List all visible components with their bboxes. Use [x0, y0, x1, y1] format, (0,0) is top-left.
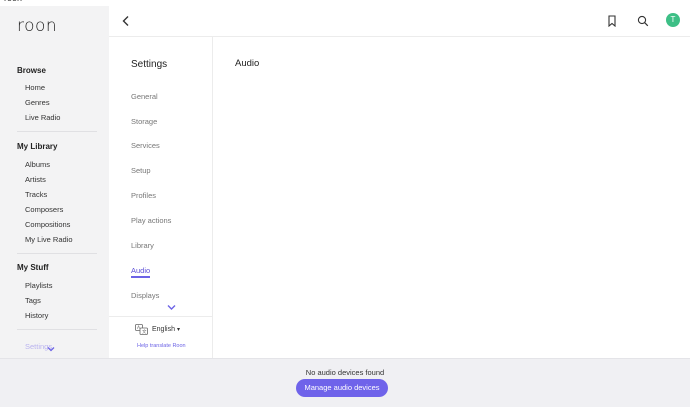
- close-window-button[interactable]: ✕: [664, 0, 672, 3]
- translate-icon: A 文: [135, 324, 148, 335]
- sidebar-divider: [17, 329, 97, 330]
- settings-item-profiles[interactable]: Profiles: [131, 191, 156, 200]
- settings-menu: Settings General Storage Services Setup …: [109, 37, 213, 358]
- bookmark-icon[interactable]: [607, 15, 617, 27]
- help-translate-link[interactable]: Help translate Roon: [137, 343, 186, 349]
- minimize-button[interactable]: —: [628, 0, 638, 3]
- my-stuff-section-title: My Stuff: [17, 263, 49, 272]
- sidebar-divider: [17, 131, 97, 132]
- my-library-section-title: My Library: [17, 142, 58, 151]
- left-sidebar: roon Browse Home Genres Live Radio My Li…: [0, 6, 109, 358]
- settings-item-setup[interactable]: Setup: [131, 166, 151, 175]
- caret-down-icon[interactable]: ▾: [177, 326, 180, 333]
- language-selector[interactable]: English: [152, 326, 175, 333]
- settings-divider: [109, 316, 212, 317]
- user-avatar[interactable]: T: [666, 13, 680, 27]
- settings-item-audio[interactable]: Audio: [131, 266, 150, 275]
- sidebar-item-playlists[interactable]: Playlists: [25, 281, 53, 290]
- sidebar-item-compositions[interactable]: Compositions: [25, 220, 70, 229]
- sidebar-item-composers[interactable]: Composers: [25, 205, 63, 214]
- search-icon[interactable]: [637, 15, 649, 27]
- sidebar-item-genres[interactable]: Genres: [25, 98, 50, 107]
- settings-item-services[interactable]: Services: [131, 141, 160, 150]
- settings-item-library[interactable]: Library: [131, 241, 154, 250]
- active-tab-indicator: [131, 276, 150, 278]
- chevron-down-icon[interactable]: [167, 304, 176, 311]
- sidebar-item-my-live-radio[interactable]: My Live Radio: [25, 235, 73, 244]
- settings-item-displays[interactable]: Displays: [131, 291, 159, 300]
- browse-section-title: Browse: [17, 66, 46, 75]
- back-arrow-icon[interactable]: [121, 15, 131, 27]
- manage-audio-devices-button[interactable]: Manage audio devices: [296, 379, 388, 397]
- sidebar-item-home[interactable]: Home: [25, 83, 45, 92]
- chevron-down-icon[interactable]: [47, 345, 55, 353]
- sidebar-item-tags[interactable]: Tags: [25, 296, 41, 305]
- sidebar-item-history[interactable]: History: [25, 311, 48, 320]
- page-title: Audio: [235, 58, 260, 69]
- settings-item-play-actions[interactable]: Play actions: [131, 216, 171, 225]
- top-bar: T: [109, 6, 690, 37]
- sidebar-item-artists[interactable]: Artists: [25, 175, 46, 184]
- sidebar-divider: [17, 253, 97, 254]
- sidebar-item-albums[interactable]: Albums: [25, 160, 50, 169]
- sidebar-item-tracks[interactable]: Tracks: [25, 190, 47, 199]
- svg-text:文: 文: [142, 328, 147, 335]
- roon-logo[interactable]: roon: [17, 16, 57, 36]
- audio-devices-bar: No audio devices found Manage audio devi…: [0, 358, 690, 407]
- no-audio-devices-message: No audio devices found: [305, 368, 385, 377]
- settings-item-general[interactable]: General: [131, 92, 158, 101]
- settings-title: Settings: [131, 59, 168, 70]
- settings-item-storage[interactable]: Storage: [131, 117, 157, 126]
- window-title: roon: [4, 0, 22, 3]
- sidebar-item-live-radio[interactable]: Live Radio: [25, 113, 60, 122]
